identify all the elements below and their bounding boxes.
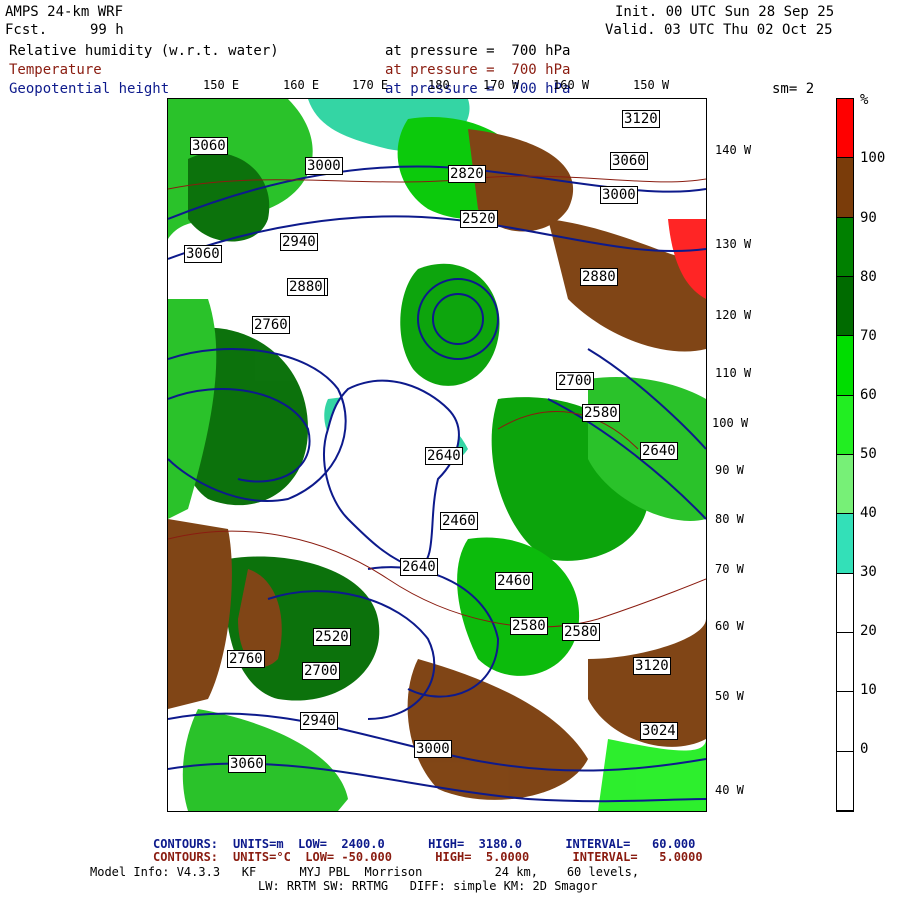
right-lon-label-40w: 40 W bbox=[715, 783, 744, 797]
field-name-temp: Temperature bbox=[9, 62, 102, 78]
right-lon-label-140w: 140 W bbox=[715, 143, 752, 157]
lon-label-180: 180 bbox=[428, 78, 450, 92]
colorbar-label: 10 bbox=[860, 682, 877, 698]
right-lon-label-130w: 130 W bbox=[715, 237, 752, 251]
colorbar-label: 60 bbox=[860, 387, 877, 403]
colorbar-label: 30 bbox=[860, 564, 877, 580]
colorbar-label: 40 bbox=[860, 505, 877, 521]
colorbar-label: 50 bbox=[860, 446, 877, 462]
model-info-2: LW: RRTM SW: RRTMG DIFF: simple KM: 2D S… bbox=[258, 879, 598, 893]
right-lon-label-80w: 80 W bbox=[715, 512, 744, 526]
field-name-rh: Relative humidity (w.r.t. water) bbox=[9, 43, 279, 59]
lon-label-170e: 170 E bbox=[352, 78, 389, 92]
forecast-hour: 99 h bbox=[90, 22, 124, 38]
valid-time: Valid. 03 UTC Thu 02 Oct 25 bbox=[605, 22, 833, 38]
colorbar-band bbox=[837, 514, 853, 574]
colorbar-band bbox=[837, 336, 853, 396]
colorbar-label: 70 bbox=[860, 328, 877, 344]
smoothing-label: sm= 2 bbox=[772, 81, 815, 97]
colorbar-band bbox=[837, 158, 853, 218]
forecast-label: Fcst. bbox=[5, 22, 48, 38]
lon-label-150w: 150 W bbox=[633, 78, 670, 92]
colorbar-band bbox=[837, 751, 853, 811]
field-level-temp: at pressure = 700 hPa bbox=[385, 62, 571, 78]
colorbar-unit: % bbox=[860, 92, 869, 108]
contours-temp-label: CONTOURS: bbox=[153, 850, 219, 864]
map-canvas bbox=[168, 99, 706, 811]
colorbar-band bbox=[837, 99, 853, 159]
field-name-height: Geopotential height bbox=[9, 81, 170, 97]
colorbar bbox=[836, 98, 854, 812]
colorbar-band bbox=[837, 395, 853, 455]
right-lon-label-60w: 60 W bbox=[715, 619, 744, 633]
colorbar-band bbox=[837, 573, 853, 633]
colorbar-band bbox=[837, 217, 853, 277]
right-lon-label-120w: 120 W bbox=[715, 308, 752, 322]
field-level-rh: at pressure = 700 hPa bbox=[385, 43, 571, 59]
lon-label-170w: 170 W bbox=[483, 78, 520, 92]
colorbar-label: 0 bbox=[860, 741, 869, 757]
model-info: Model Info: V4.3.3 KF MYJ PBL Morrison 2… bbox=[90, 865, 640, 879]
right-lon-label-110w: 110 W bbox=[715, 366, 752, 380]
right-lon-label-90w: 90 W bbox=[715, 463, 744, 477]
colorbar-band bbox=[837, 277, 853, 337]
right-lon-label-70w: 70 W bbox=[715, 562, 744, 576]
lon-label-150e: 150 E bbox=[203, 78, 240, 92]
colorbar-band bbox=[837, 455, 853, 515]
model-title: AMPS 24-km WRF bbox=[5, 4, 124, 20]
right-lon-label-100w: 100 W bbox=[712, 416, 749, 430]
map-panel bbox=[167, 98, 707, 812]
field-level-height: at pressure = 700 hPa bbox=[385, 81, 571, 97]
colorbar-label: 90 bbox=[860, 210, 877, 226]
contours-temp-info: UNITS=°C LOW= -50.000 HIGH= 5.0000 INTER… bbox=[233, 850, 703, 864]
colorbar-band bbox=[837, 633, 853, 693]
lon-label-160e: 160 E bbox=[283, 78, 320, 92]
colorbar-label: 100 bbox=[860, 150, 886, 166]
init-time: Init. 00 UTC Sun 28 Sep 25 bbox=[615, 4, 835, 20]
lon-label-160w: 160 W bbox=[553, 78, 590, 92]
colorbar-label: 80 bbox=[860, 269, 877, 285]
colorbar-label: 20 bbox=[860, 623, 877, 639]
colorbar-band bbox=[837, 692, 853, 752]
right-lon-label-50w: 50 W bbox=[715, 689, 744, 703]
